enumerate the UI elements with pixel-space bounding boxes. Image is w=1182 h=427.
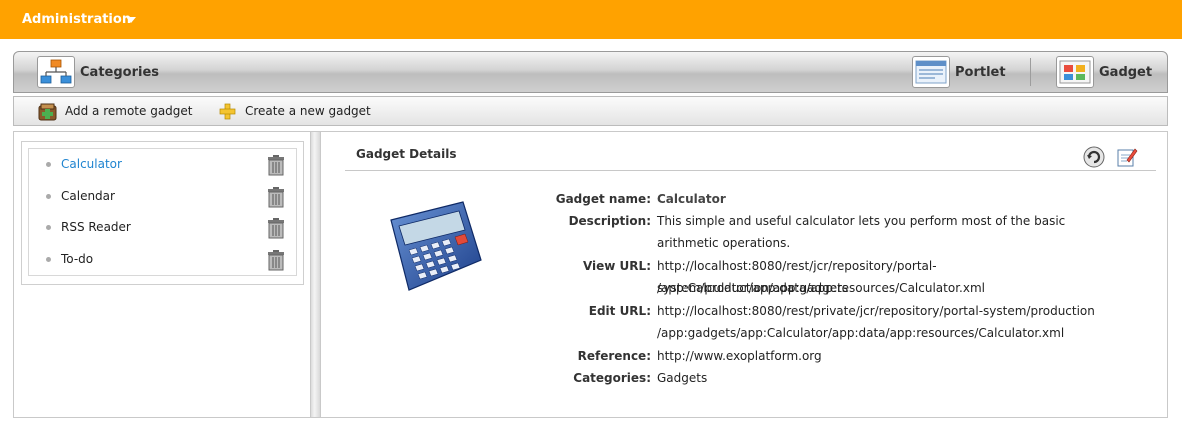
gadget-details-panel: Gadget Details Gadget name: Calculator D… [320,131,1168,418]
list-item[interactable]: Calendar [29,181,296,211]
trash-icon[interactable] [266,217,286,239]
trash-icon[interactable] [266,249,286,271]
tab-separator [1030,58,1031,86]
gadget-name-link[interactable]: RSS Reader [61,220,131,234]
top-navigation-bar: Administration [0,0,1182,39]
calculator-gadget-image [385,200,485,295]
edit-url-line-1: http://localhost:8080/rest/private/jcr/r… [657,304,1095,318]
categories-toolbar: Categories Portlet Gadget [13,51,1168,93]
refresh-icon[interactable] [1083,146,1105,168]
details-divider [345,170,1156,171]
gadget-name-link[interactable]: Calculator [61,157,122,171]
gadget-name-value: Calculator [657,192,726,206]
gadget-list-container: Calculator Calendar RSS Reader To-do [21,141,304,285]
gadget-name-link[interactable]: To-do [61,252,93,266]
chevron-down-icon[interactable] [126,17,136,23]
edit-icon[interactable] [1116,146,1138,168]
bullet-icon [46,225,51,230]
bullet-icon [46,194,51,199]
edit-url-line-2: /app:gadgets/app:Calculator/app:data/app… [657,326,1065,340]
gadget-icon [1056,56,1094,88]
gadget-name-link[interactable]: Calendar [61,189,115,203]
trash-icon[interactable] [266,186,286,208]
edit-url-label: Edit URL: [588,304,651,318]
gadget-list: Calculator Calendar RSS Reader To-do [28,148,297,276]
create-new-gadget-label: Create a new gadget [245,104,371,118]
categories-title[interactable]: Categories [80,65,159,80]
description-value: This simple and useful calculator lets y… [657,214,1066,250]
list-item[interactable]: Calculator [29,149,296,179]
plus-icon [218,103,238,121]
tab-portlet-label: Portlet [955,65,1006,80]
description-label: Description: [568,214,651,228]
reference-value: http://www.exoplatform.org [657,349,822,363]
reference-label: Reference: [577,349,651,363]
tab-gadget-label: Gadget [1099,65,1153,80]
bullet-icon [46,162,51,167]
categories-value: Gadgets [657,371,708,385]
gadget-name-label: Gadget name: [555,192,651,206]
view-url-label: View URL: [582,259,651,273]
list-item[interactable]: RSS Reader [29,212,296,242]
administration-menu[interactable]: Administration [22,12,131,27]
bullet-icon [46,257,51,262]
portlet-icon [912,56,950,88]
gadget-action-bar: Add a remote gadget Create a new gadget [13,96,1168,126]
trash-icon[interactable] [266,154,286,176]
gadget-list-panel: Calculator Calendar RSS Reader To-do [13,131,311,418]
list-item[interactable]: To-do [29,244,296,274]
panel-resize-handle[interactable] [311,131,320,418]
add-remote-gadget-label: Add a remote gadget [65,104,193,118]
add-remote-gadget-icon [38,103,58,121]
category-tree-icon[interactable] [37,56,75,88]
view-url-line-2: /app:Calculator/app:data/app:resources/C… [657,281,985,295]
gadget-details-title: Gadget Details [356,147,457,161]
categories-label: Categories: [573,371,651,385]
